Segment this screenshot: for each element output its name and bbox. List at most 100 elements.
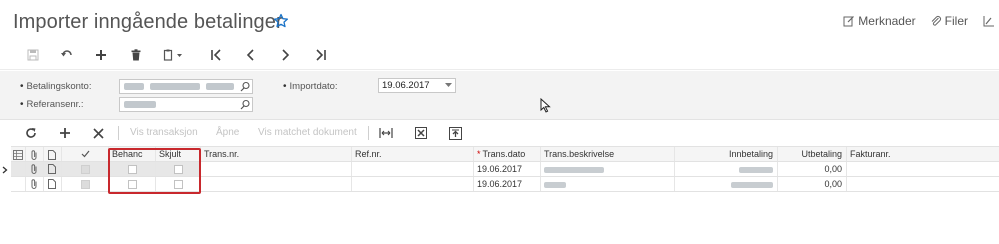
view-matched-document-button[interactable]: Vis matchet dokument xyxy=(258,127,357,138)
undo-icon xyxy=(61,50,72,57)
lookup-icon[interactable] xyxy=(240,81,250,92)
close-icon xyxy=(92,127,104,139)
trans-no-cell[interactable] xyxy=(201,177,352,191)
trans-date-cell[interactable]: 19.06.2017 xyxy=(474,177,541,191)
paperclip-icon xyxy=(31,179,37,189)
selected-checkbox-cell[interactable] xyxy=(62,177,109,191)
trans-no-column-header[interactable]: Trans.nr. xyxy=(201,147,352,161)
processed-checkbox[interactable] xyxy=(127,180,137,189)
grid-toolbar: Vis transaksjon Åpne Vis matchet dokumen… xyxy=(0,122,999,144)
ref-no-cell[interactable] xyxy=(352,162,474,176)
mouse-cursor-icon xyxy=(540,98,551,113)
files-label: Filer xyxy=(944,14,968,28)
customize-button[interactable] xyxy=(982,15,999,27)
grid-delete-button[interactable] xyxy=(91,125,105,141)
fit-width-icon xyxy=(379,128,393,138)
checkmark-icon xyxy=(81,150,89,158)
delete-button[interactable] xyxy=(127,46,145,64)
grid-add-button[interactable] xyxy=(58,125,72,141)
dropdown-arrow-icon[interactable] xyxy=(445,83,452,88)
processed-checkbox[interactable] xyxy=(127,165,137,174)
toolbar-divider xyxy=(368,126,369,140)
toolbar-divider xyxy=(118,126,119,140)
ref-no-cell[interactable] xyxy=(352,177,474,191)
trans-desc-cell[interactable] xyxy=(541,162,675,176)
paperclip-icon xyxy=(31,164,37,174)
files-button[interactable]: Filer xyxy=(930,14,968,28)
chevron-right-icon xyxy=(282,49,290,61)
selected-column-header[interactable] xyxy=(62,147,109,161)
payment-cell[interactable]: 0,00 xyxy=(778,162,847,176)
invoice-no-column-header[interactable]: Fakturanr. xyxy=(847,147,999,161)
notes-button[interactable]: Merknader xyxy=(843,14,916,28)
refresh-button[interactable] xyxy=(24,125,38,141)
paperclip-icon xyxy=(931,16,941,26)
selected-checkbox-cell[interactable] xyxy=(62,162,109,176)
invoice-no-cell[interactable] xyxy=(847,177,999,191)
hidden-checkbox-cell[interactable] xyxy=(156,162,201,176)
clipboard-icon xyxy=(163,49,182,61)
view-transaction-button[interactable]: Vis transaksjon xyxy=(130,127,198,138)
payments-grid: Behanc Skjult Trans.nr. Ref.nr. * Trans.d… xyxy=(2,146,999,192)
payment-column-header[interactable]: Utbetaling xyxy=(778,147,847,161)
undo-button[interactable] xyxy=(58,46,76,64)
processed-checkbox-cell[interactable] xyxy=(109,177,156,191)
processed-checkbox-cell[interactable] xyxy=(109,162,156,176)
last-page-icon xyxy=(316,49,326,61)
first-page-icon xyxy=(211,49,221,61)
form-area: • Betalingskonto: • Referansenr.: • Importd… xyxy=(0,71,999,120)
note-cell[interactable] xyxy=(44,177,62,191)
table-row[interactable]: 19.06.2017 0,00 xyxy=(11,177,999,192)
favorite-star-icon[interactable] xyxy=(273,13,289,29)
payment-account-field[interactable] xyxy=(119,79,253,94)
excel-icon xyxy=(415,127,427,139)
trans-desc-cell[interactable] xyxy=(541,177,675,191)
previous-record-button[interactable] xyxy=(242,46,260,64)
upload-button[interactable] xyxy=(447,125,463,141)
main-toolbar xyxy=(0,40,999,70)
trans-date-column-header[interactable]: * Trans.dato xyxy=(474,147,541,161)
hidden-column-header[interactable]: Skjult xyxy=(156,147,201,161)
trash-icon xyxy=(131,49,141,61)
last-record-button[interactable] xyxy=(312,46,330,64)
attachment-cell[interactable] xyxy=(26,177,44,191)
deposit-cell[interactable] xyxy=(675,162,778,176)
attachment-cell[interactable] xyxy=(26,162,44,176)
fit-columns-button[interactable] xyxy=(378,125,394,141)
note-cell[interactable] xyxy=(44,162,62,176)
hidden-checkbox[interactable] xyxy=(173,180,183,189)
ref-no-column-header[interactable]: Ref.nr. xyxy=(352,147,474,161)
selected-checkbox[interactable] xyxy=(80,180,90,189)
next-record-button[interactable] xyxy=(276,46,294,64)
table-row[interactable]: 19.06.2017 0,00 xyxy=(2,162,999,177)
export-excel-button[interactable] xyxy=(413,125,429,141)
plus-icon xyxy=(96,50,106,60)
trans-date-cell[interactable]: 19.06.2017 xyxy=(474,162,541,176)
attachment-column-header xyxy=(26,147,44,161)
row-selector-header[interactable] xyxy=(11,147,26,161)
open-button[interactable]: Åpne xyxy=(216,127,239,138)
customize-icon xyxy=(983,16,994,27)
processed-column-header[interactable]: Behanc xyxy=(109,147,156,161)
search-icon[interactable] xyxy=(240,99,250,110)
hidden-checkbox[interactable] xyxy=(173,165,183,174)
payment-cell[interactable]: 0,00 xyxy=(778,177,847,191)
deposit-column-header[interactable]: Innbetaling xyxy=(675,147,778,161)
deposit-cell[interactable] xyxy=(675,177,778,191)
import-date-field[interactable]: 19.06.2017 xyxy=(378,78,456,93)
document-icon xyxy=(48,150,56,160)
import-date-value: 19.06.2017 xyxy=(382,80,430,91)
reference-number-field[interactable] xyxy=(119,97,253,112)
copy-paste-button[interactable] xyxy=(161,46,187,64)
add-button[interactable] xyxy=(92,46,110,64)
hidden-checkbox-cell[interactable] xyxy=(156,177,201,191)
invoice-no-cell[interactable] xyxy=(847,162,999,176)
save-button[interactable] xyxy=(24,46,42,64)
first-record-button[interactable] xyxy=(207,46,225,64)
reference-number-label: • Referansenr.: xyxy=(20,99,84,110)
notes-icon xyxy=(843,16,855,27)
trans-no-cell[interactable] xyxy=(201,162,352,176)
selected-checkbox[interactable] xyxy=(80,165,90,174)
trans-desc-column-header[interactable]: Trans.beskrivelse xyxy=(541,147,675,161)
import-date-label: • Importdato: xyxy=(283,81,338,92)
